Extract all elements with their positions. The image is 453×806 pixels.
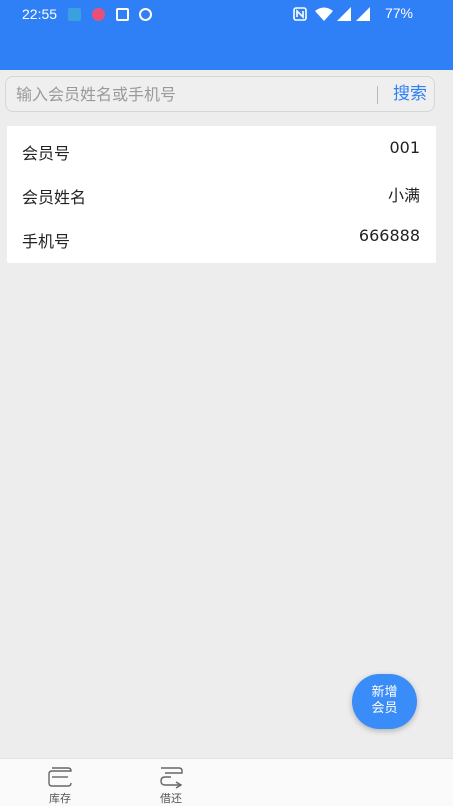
bottom-tab-bar: 库存 借还 bbox=[0, 758, 453, 806]
battery-level: 77% bbox=[384, 5, 413, 21]
status-bar: 22:55 77% bbox=[0, 0, 453, 28]
member-name-value: 小满 bbox=[387, 186, 420, 205]
signal-icon bbox=[337, 7, 351, 21]
tab-inventory-label: 库存 bbox=[49, 792, 71, 805]
member-id-row: 会员号 001 bbox=[7, 128, 436, 172]
app-header bbox=[0, 28, 453, 70]
search-button[interactable]: 搜索 bbox=[386, 77, 434, 111]
sync-notification-icon bbox=[139, 8, 152, 21]
gallery-notification-icon bbox=[116, 8, 129, 21]
status-time: 22:55 bbox=[22, 6, 58, 22]
member-phone-label: 手机号 bbox=[22, 232, 71, 251]
inventory-icon bbox=[48, 767, 72, 787]
add-member-label-line2: 会员 bbox=[371, 701, 398, 716]
search-bar: 搜索 bbox=[5, 76, 435, 112]
app-notification-icon bbox=[68, 8, 81, 21]
member-id-label: 会员号 bbox=[22, 144, 71, 163]
tab-inventory[interactable]: 库存 bbox=[35, 759, 85, 806]
member-info-card: 会员号 001 会员姓名 小满 手机号 666888 bbox=[7, 126, 436, 263]
member-name-row: 会员姓名 小满 bbox=[7, 172, 436, 216]
borrow-return-icon bbox=[160, 767, 183, 789]
search-divider bbox=[377, 86, 378, 104]
tab-borrow-return[interactable]: 借还 bbox=[146, 759, 196, 806]
chat-notification-icon bbox=[92, 8, 105, 21]
wifi-icon bbox=[315, 7, 333, 21]
member-id-value: 001 bbox=[389, 138, 420, 157]
signal-icon-2 bbox=[356, 7, 370, 21]
add-member-button[interactable]: 新增 会员 bbox=[352, 674, 417, 729]
member-phone-value: 666888 bbox=[358, 226, 420, 245]
nfc-icon bbox=[293, 7, 307, 21]
search-input[interactable] bbox=[16, 77, 366, 111]
tab-borrow-return-label: 借还 bbox=[160, 792, 182, 805]
add-member-label-line1: 新增 bbox=[371, 685, 398, 700]
member-phone-row: 手机号 666888 bbox=[7, 216, 436, 260]
member-name-label: 会员姓名 bbox=[22, 188, 87, 207]
